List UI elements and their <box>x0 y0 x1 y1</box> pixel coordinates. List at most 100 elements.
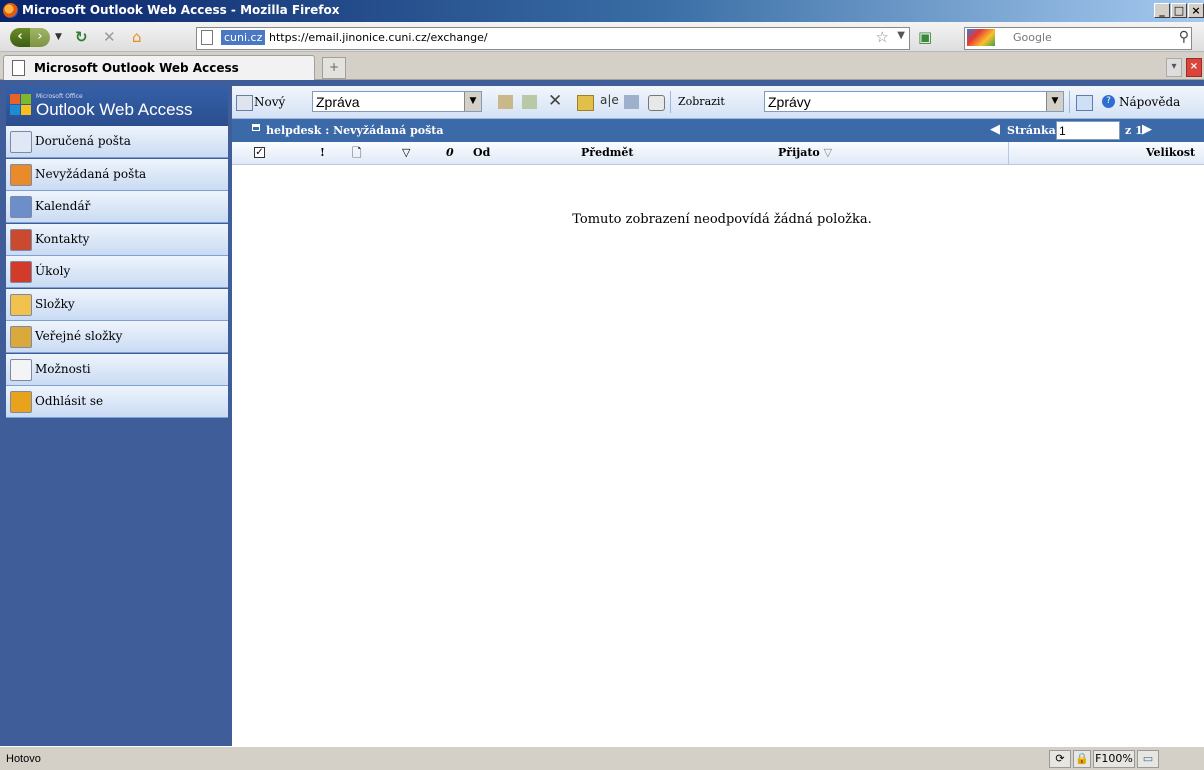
url-text[interactable]: https://email.jinonice.cuni.cz/exchange/ <box>269 30 488 45</box>
copy-icon[interactable] <box>522 95 537 109</box>
sidebar-item[interactable]: Doručená pošta <box>6 126 228 158</box>
column-flag[interactable]: ▽ <box>402 146 410 159</box>
help-link[interactable]: Nápověda <box>1119 95 1180 109</box>
search-placeholder: Google <box>1013 31 1052 44</box>
close-window-button[interactable]: × <box>1188 3 1204 18</box>
tab-outlook-web-access[interactable]: Microsoft Outlook Web Access <box>3 55 315 81</box>
sync-icon[interactable]: ⟳ <box>1049 750 1071 768</box>
home-icon[interactable]: ⌂ <box>132 28 142 47</box>
folder-menu-icon[interactable] <box>252 124 260 131</box>
tasks-icon <box>10 261 32 283</box>
close-tab-button[interactable]: × <box>1186 58 1202 77</box>
search-icon[interactable]: ⚲ <box>1179 29 1189 45</box>
sidebar-item-label: Nevyžádaná pošta <box>35 166 147 181</box>
empty-folder-icon[interactable] <box>648 95 665 111</box>
page-style-icon[interactable]: ▭ <box>1137 750 1159 768</box>
reload-icon[interactable]: ↻ <box>75 28 88 47</box>
page-count: z 1 <box>1125 124 1143 137</box>
page-label: Stránka: <box>1007 124 1060 137</box>
sidebar-item[interactable]: Složky <box>6 288 228 321</box>
office-logo-icon <box>10 94 32 116</box>
move-to-folder-icon[interactable] <box>577 95 594 111</box>
sidebar-item-label: Doručená pošta <box>35 134 131 148</box>
sidebar-item-label: Možnosti <box>35 361 91 376</box>
back-button[interactable]: ‹ <box>10 28 30 47</box>
stop-icon[interactable]: ✕ <box>103 28 116 47</box>
view-value: Zprávy <box>768 94 811 110</box>
sidebar-item[interactable]: Možnosti <box>6 353 228 386</box>
site-identity-label[interactable]: cuni.cz <box>221 30 266 45</box>
select-all-checkbox[interactable]: ✓ <box>254 147 265 158</box>
junk-mail-icon <box>10 163 32 186</box>
new-label[interactable]: Nový <box>254 95 285 109</box>
check-names-icon[interactable]: a|e <box>600 93 619 107</box>
url-dropdown-icon[interactable]: ▼ <box>897 30 905 41</box>
status-bar: Hotovo ⟳ 🔒 F100% ▭ <box>0 746 1204 770</box>
owa-main: Nový Zpráva ▼ ✕ a|e Zobrazit Zprávy ▼ ? … <box>232 86 1204 746</box>
logo-subtitle: Microsoft Office <box>36 93 83 100</box>
delete-icon[interactable]: ✕ <box>548 91 562 111</box>
chevron-down-icon[interactable]: ▼ <box>464 92 481 111</box>
sidebar-item[interactable]: Odhlásit se <box>6 386 228 418</box>
sidebar-item-label: Úkoly <box>35 264 71 278</box>
next-page-icon[interactable]: ▶ <box>1142 122 1152 137</box>
chevron-down-icon[interactable]: ▼ <box>1046 92 1063 111</box>
bookmark-star-icon[interactable]: ☆ <box>876 28 889 46</box>
sidebar-item[interactable]: Kalendář <box>6 191 228 223</box>
folder-path: helpdesk : Nevyžádaná pošta <box>266 124 444 137</box>
owa-sidebar: Microsoft Office Outlook Web Access Doru… <box>6 86 228 746</box>
new-item-select[interactable]: Zpráva ▼ <box>312 91 482 112</box>
sidebar-item[interactable]: Úkoly <box>6 256 228 288</box>
address-book-icon[interactable] <box>1076 95 1093 111</box>
search-box[interactable]: Google ⚲ <box>964 27 1192 50</box>
zoom-level[interactable]: F100% <box>1093 750 1135 768</box>
page-number-input[interactable] <box>1056 121 1120 140</box>
addon-icon[interactable]: ▣ <box>918 28 932 47</box>
tab-bar: Microsoft Outlook Web Access + ▾ × <box>0 52 1204 81</box>
history-dropdown-icon[interactable]: ▼ <box>55 28 62 47</box>
owa-logo: Microsoft Office Outlook Web Access <box>6 86 228 126</box>
toolbar-separator <box>670 91 671 113</box>
logoff-icon <box>10 391 32 413</box>
help-icon[interactable]: ? <box>1102 95 1115 108</box>
owa-toolbar: Nový Zpráva ▼ ✕ a|e Zobrazit Zprávy ▼ ? … <box>232 86 1204 119</box>
tab-title: Microsoft Outlook Web Access <box>34 61 239 75</box>
column-size[interactable]: Velikost <box>1146 146 1195 159</box>
previous-page-icon[interactable]: ◀ <box>990 122 1000 137</box>
logo-title: Outlook Web Access <box>36 100 193 119</box>
column-from[interactable]: Od <box>473 146 490 159</box>
view-select[interactable]: Zprávy ▼ <box>764 91 1064 112</box>
sidebar-item-label: Složky <box>35 296 75 311</box>
maximize-button[interactable]: □ <box>1171 3 1187 18</box>
sidebar-item-label: Kontakty <box>35 231 90 246</box>
column-importance[interactable]: ! <box>320 146 325 159</box>
view-label: Zobrazit <box>678 95 725 108</box>
lock-icon[interactable]: 🔒 <box>1073 750 1091 768</box>
move-icon[interactable] <box>498 95 513 109</box>
inbox-icon <box>10 131 32 153</box>
calendar-icon <box>10 196 32 218</box>
sidebar-item[interactable]: Veřejné složky <box>6 321 228 353</box>
sidebar-item[interactable]: Kontakty <box>6 223 228 256</box>
folder-icon <box>10 293 32 316</box>
column-type[interactable]: 🗋 <box>352 144 362 165</box>
toolbar-separator <box>1069 91 1070 113</box>
column-attachment[interactable]: 0 <box>446 146 454 159</box>
address-bar[interactable]: cuni.cz https://email.jinonice.cuni.cz/e… <box>196 27 910 50</box>
sidebar-item-label: Odhlásit se <box>35 394 104 408</box>
report-icon[interactable] <box>624 95 639 109</box>
tab-list-button[interactable]: ▾ <box>1166 58 1182 77</box>
page-icon <box>201 30 213 45</box>
forward-button[interactable]: › <box>30 28 50 47</box>
message-list-header: ✓ ! 🗋 ▽ 0 Od Předmět Přijato ▽ Velikost <box>232 142 1204 165</box>
new-message-icon[interactable] <box>236 95 253 111</box>
window-title: Microsoft Outlook Web Access - Mozilla F… <box>22 3 340 17</box>
empty-list-message: Tomuto zobrazení neodpovídá žádná položk… <box>572 212 872 227</box>
search-engine-icon[interactable] <box>967 29 995 46</box>
column-received[interactable]: Přijato ▽ <box>778 146 832 159</box>
new-item-value: Zpráva <box>316 94 360 110</box>
column-subject[interactable]: Předmět <box>581 146 633 159</box>
new-tab-button[interactable]: + <box>322 57 346 79</box>
sidebar-item[interactable]: Nevyžádaná pošta <box>6 158 228 191</box>
minimize-button[interactable]: _ <box>1154 3 1170 18</box>
